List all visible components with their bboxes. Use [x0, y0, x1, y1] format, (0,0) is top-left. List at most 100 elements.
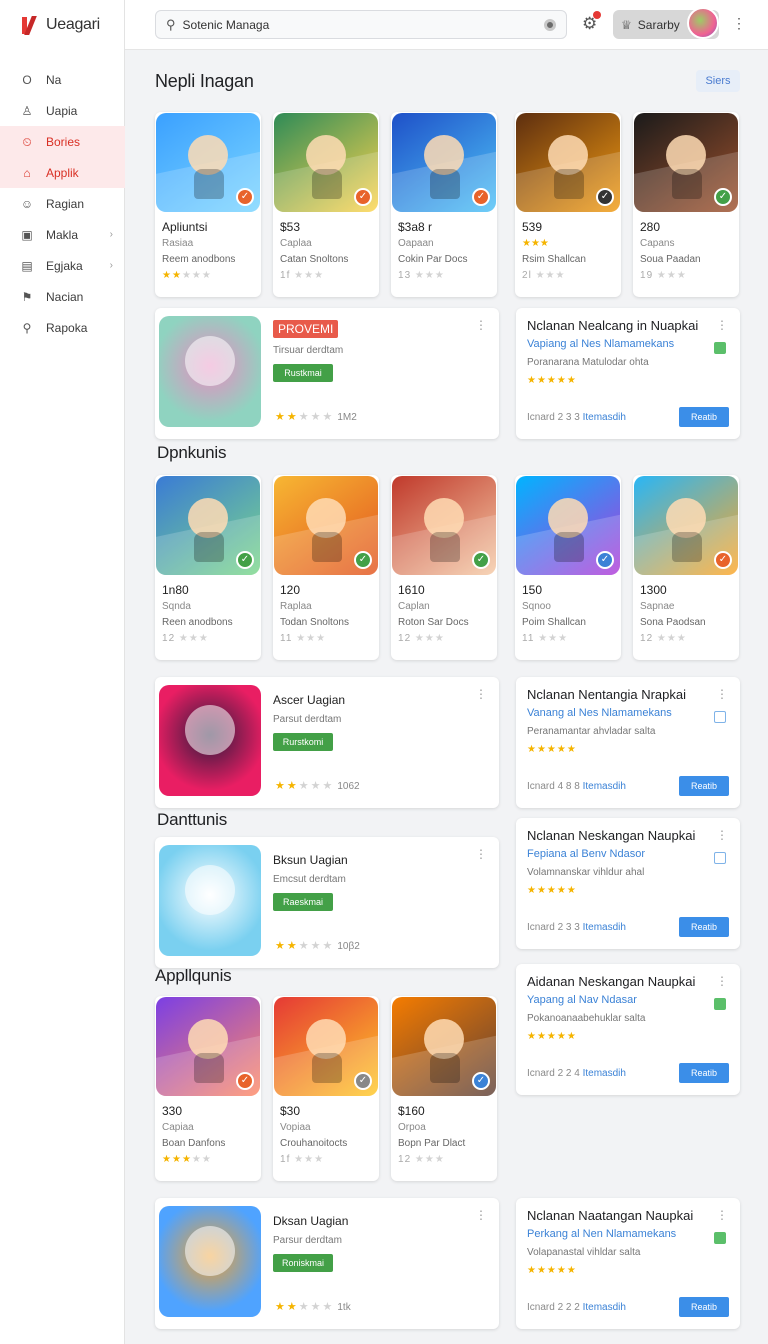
- app-logo[interactable]: Ueagari: [20, 12, 100, 38]
- notification-dot: [593, 11, 602, 19]
- install-button[interactable]: Rustkmai: [273, 364, 333, 382]
- featured-character: [185, 705, 235, 755]
- sidebar-item-6[interactable]: ▤ Egjaka ›: [0, 250, 125, 281]
- featured-character: [185, 336, 235, 386]
- card-menu-icon[interactable]: ⋮: [475, 1208, 487, 1222]
- app-card[interactable]: ✓ Apliuntsi Rasiaa Reem anodbons ★★★★★: [155, 112, 261, 297]
- promo-footer-link[interactable]: Itemasdih: [583, 922, 626, 933]
- app-card[interactable]: ✓ $30 Vopiaa Crouhanoitocts 1f ★★★: [273, 996, 379, 1181]
- promo-card[interactable]: Nclanan Neskangan Naupkai Fepiana al Benv…: [516, 818, 740, 949]
- app-rating: 1f ★★★: [280, 1154, 325, 1165]
- promo-footer-link[interactable]: Itemasdih: [583, 1068, 626, 1079]
- promo-card[interactable]: Nclanan Naatangan Naupkai Perkang al Nen …: [516, 1198, 740, 1329]
- promo-button[interactable]: Reatib: [679, 1297, 729, 1317]
- app-card[interactable]: ✓ $53 Caplaa Catan Snoltons 1f ★★★: [273, 112, 379, 297]
- app-card[interactable]: ✓ 1300 Sapnae Sona Paodsan 12 ★★★: [633, 475, 739, 660]
- install-button[interactable]: Roniskmai: [273, 1254, 333, 1272]
- card-menu-icon[interactable]: ⋮: [475, 687, 487, 701]
- sidebar-item-4[interactable]: ☺ Ragian: [0, 188, 125, 219]
- app-card[interactable]: ✓ 150 Sqnoo Poim Shallcan 11 ★★★: [515, 475, 621, 660]
- app-rating: 19 ★★★: [640, 270, 687, 281]
- sidebar-item-5[interactable]: ▣ Makla ›: [0, 219, 125, 250]
- promo-card[interactable]: Nclanan Nealcang in Nuapkai Vapiang al Ne…: [516, 308, 740, 439]
- app-rating: 12 ★★★: [398, 633, 445, 644]
- app-badge-icon: ✓: [236, 188, 254, 206]
- sidebar-item-0[interactable]: O Na: [0, 64, 125, 95]
- featured-app-card[interactable]: PROVEMI Tirsuar derdtam Rustkmai ★★★★★ 1M2 ⋮: [155, 308, 499, 439]
- app-art-image: ✓: [392, 997, 496, 1096]
- promo-button[interactable]: Reatib: [679, 776, 729, 796]
- sidebar-item-2[interactable]: ⏲ Bories: [0, 126, 125, 157]
- promo-checkbox[interactable]: [714, 998, 726, 1010]
- app-card[interactable]: ✓ 1610 Caplan Roton Sar Docs 12 ★★★: [391, 475, 497, 660]
- promo-link[interactable]: Fepiana al Benv Ndasor: [527, 848, 645, 860]
- app-art-image: ✓: [274, 997, 378, 1096]
- avatar[interactable]: [687, 7, 719, 39]
- app-art-image: ✓: [156, 113, 260, 212]
- promo-link[interactable]: Yapang al Nav Ndasar: [527, 994, 637, 1006]
- nav-icon: ⚲: [22, 320, 32, 335]
- app-badge-icon: ✓: [236, 551, 254, 569]
- sidebar-item-label: Uapia: [46, 103, 78, 118]
- card-menu-icon[interactable]: ⋮: [716, 1208, 728, 1222]
- promo-footer-link[interactable]: Itemasdih: [583, 781, 626, 792]
- promo-checkbox[interactable]: [714, 342, 726, 354]
- featured-rating: ★★★★★ 10β2: [275, 940, 360, 952]
- app-card[interactable]: ✓ 539 ★★★ Rsim Shallcan 2l ★★★: [515, 112, 621, 297]
- app-badge-icon: ✓: [354, 551, 372, 569]
- install-button[interactable]: Rurstkomi: [273, 733, 333, 751]
- promo-rating: ★★★★★: [527, 1031, 577, 1042]
- promo-button[interactable]: Reatib: [679, 1063, 729, 1083]
- app-card[interactable]: ✓ $3a8 r Oapaan Cokin Par Docs 13 ★★★: [391, 112, 497, 297]
- sidebar-item-7[interactable]: ⚑ Nacian: [0, 281, 125, 312]
- section-title-1: Nepli Inagan: [155, 71, 254, 91]
- promo-checkbox[interactable]: [714, 711, 726, 723]
- app-art-image: ✓: [274, 113, 378, 212]
- promo-description: Poranarana Matulodar ohta: [527, 357, 649, 368]
- nav-icon: ⚑: [21, 289, 33, 304]
- promo-link[interactable]: Vanang al Nes Nlamamekans: [527, 707, 672, 719]
- app-card[interactable]: ✓ 1n80 Sqnda Reen anodbons 12 ★★★: [155, 475, 261, 660]
- promo-link[interactable]: Vapiang al Nes Nlamamekans: [527, 338, 674, 350]
- card-menu-icon[interactable]: ⋮: [475, 847, 487, 861]
- app-card[interactable]: ✓ 280 Capans Soua Paadan 19 ★★★: [633, 112, 739, 297]
- featured-app-card[interactable]: Dksan Uagian Parsur derdtam Roniskmai ★★★★★…: [155, 1198, 499, 1329]
- promo-card[interactable]: Nclanan Nentangia Nrapkai Vanang al Nes N…: [516, 677, 740, 808]
- sidebar-item-1[interactable]: ♙ Uapia: [0, 95, 125, 126]
- promo-footer-link[interactable]: Itemasdih: [583, 1302, 626, 1313]
- search-box[interactable]: ⚲: [155, 10, 567, 39]
- filter-pill[interactable]: Siers: [696, 70, 740, 92]
- search-input[interactable]: [182, 17, 523, 32]
- promo-button[interactable]: Reatib: [679, 917, 729, 937]
- card-menu-icon[interactable]: ⋮: [716, 828, 728, 842]
- sidebar-item-8[interactable]: ⚲ Rapoka: [0, 312, 125, 343]
- promo-link[interactable]: Perkang al Nen Nlamamekans: [527, 1228, 676, 1240]
- card-menu-icon[interactable]: ⋮: [716, 318, 728, 332]
- featured-app-card[interactable]: Bksun Uagian Emcsut derdtam Raeskmai ★★★★★ 1…: [155, 837, 499, 968]
- art-character-body: [312, 1053, 342, 1083]
- card-menu-icon[interactable]: ⋮: [716, 974, 728, 988]
- install-button[interactable]: Raeskmai: [273, 893, 333, 911]
- promo-checkbox[interactable]: [714, 1232, 726, 1244]
- more-menu-icon[interactable]: ⋮: [732, 15, 746, 32]
- app-rating: ★★★★★: [162, 1154, 212, 1165]
- featured-app-card[interactable]: Ascer Uagian Parsut derdtam Rurstkomi ★★★★★…: [155, 677, 499, 808]
- sidebar-item-3[interactable]: ⌂ Applik: [0, 157, 125, 188]
- app-price: 150: [522, 583, 543, 597]
- promo-checkbox[interactable]: [714, 852, 726, 864]
- app-card[interactable]: ✓ 120 Raplaa Todan Snoltons 11 ★★★: [273, 475, 379, 660]
- promo-footer-link[interactable]: Itemasdih: [583, 412, 626, 423]
- sidebar-item-label: Na: [46, 72, 62, 87]
- promo-button[interactable]: Reatib: [679, 407, 729, 427]
- card-menu-icon[interactable]: ⋮: [475, 318, 487, 332]
- settings-gear-icon[interactable]: ⚙: [582, 11, 602, 34]
- nav-icon: O: [22, 72, 32, 87]
- app-badge-icon: ✓: [472, 1072, 490, 1090]
- card-menu-icon[interactable]: ⋮: [716, 687, 728, 701]
- promo-card[interactable]: Aidanan Neskangan Naupkai Yapang al Nav N…: [516, 964, 740, 1095]
- app-badge-icon: ✓: [236, 1072, 254, 1090]
- record-icon[interactable]: [544, 19, 556, 31]
- app-card[interactable]: ✓ $160 Orpoa Bopn Par Dlact 12 ★★★: [391, 996, 497, 1181]
- art-character-body: [194, 169, 224, 199]
- app-card[interactable]: ✓ 330 Capiaa Boan Danfons ★★★★★: [155, 996, 261, 1181]
